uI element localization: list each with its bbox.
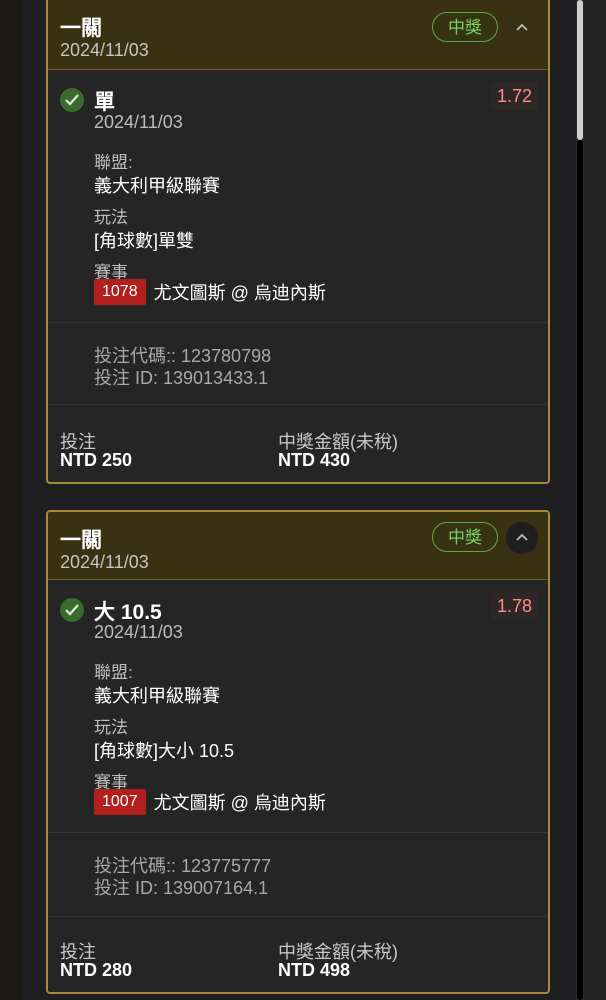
match-id-badge: 1007 xyxy=(94,789,146,815)
bet-id: 投注 ID: 139007164.1 xyxy=(94,878,269,898)
bet-history-page: 一關 2024/11/03 中獎 單 2024/11/03 1.72 聯盟: 義… xyxy=(0,0,606,1000)
market-label: 玩法 xyxy=(94,208,128,227)
check-icon xyxy=(60,598,84,622)
market-value: [角球數]大小 10.5 xyxy=(94,741,235,761)
payout-value: NTD 430 xyxy=(278,450,351,470)
payout-value: NTD 498 xyxy=(278,960,351,980)
bet-card-header[interactable]: 一關 2024/11/03 中獎 xyxy=(48,0,548,70)
market-label: 玩法 xyxy=(94,718,128,737)
match-name: 尤文圖斯 @ 烏迪內斯 xyxy=(153,793,326,813)
bet-date: 2024/11/03 xyxy=(60,40,149,60)
bet-type-title: 一關 xyxy=(60,529,102,552)
selection-date: 2024/11/03 xyxy=(94,622,183,642)
selection-date: 2024/11/03 xyxy=(94,112,183,132)
stake-value: NTD 280 xyxy=(60,960,133,980)
odds-value: 1.72 xyxy=(490,82,538,110)
status-badge: 中獎 xyxy=(432,12,498,42)
chevron-up-icon xyxy=(516,23,528,31)
bet-date: 2024/11/03 xyxy=(60,552,149,572)
match-name: 尤文圖斯 @ 烏迪內斯 xyxy=(153,283,326,303)
market-value: [角球數]單雙 xyxy=(94,231,195,251)
collapse-button[interactable] xyxy=(506,522,538,554)
divider xyxy=(48,404,548,405)
bet-card: 一關 2024/11/03 中獎 大 10.5 2024/11/03 1.78 … xyxy=(46,510,550,994)
match-id-badge: 1078 xyxy=(94,279,146,305)
bet-id: 投注 ID: 139013433.1 xyxy=(94,368,269,388)
scrollbar-rail xyxy=(577,140,583,1000)
divider xyxy=(48,322,548,323)
league-label: 聯盟: xyxy=(94,663,133,682)
check-icon xyxy=(60,88,84,112)
bet-type-title: 一關 xyxy=(60,17,102,40)
event-row: 1078 尤文圖斯 @ 烏迪內斯 xyxy=(94,279,326,305)
collapse-button[interactable] xyxy=(506,12,538,44)
odds-value: 1.78 xyxy=(490,592,538,620)
scrollbar-thumb[interactable] xyxy=(577,0,583,140)
divider xyxy=(48,916,548,917)
event-row: 1007 尤文圖斯 @ 烏迪內斯 xyxy=(94,789,326,815)
league-value: 義大利甲級聯賽 xyxy=(94,686,220,706)
league-label: 聯盟: xyxy=(94,153,133,172)
stake-value: NTD 250 xyxy=(60,450,133,470)
status-badge: 中獎 xyxy=(432,522,498,552)
chevron-up-icon xyxy=(516,533,528,541)
bet-card-header[interactable]: 一關 2024/11/03 中獎 xyxy=(48,512,548,580)
divider xyxy=(48,832,548,833)
league-value: 義大利甲級聯賽 xyxy=(94,176,220,196)
bet-card: 一關 2024/11/03 中獎 單 2024/11/03 1.72 聯盟: 義… xyxy=(46,0,550,484)
